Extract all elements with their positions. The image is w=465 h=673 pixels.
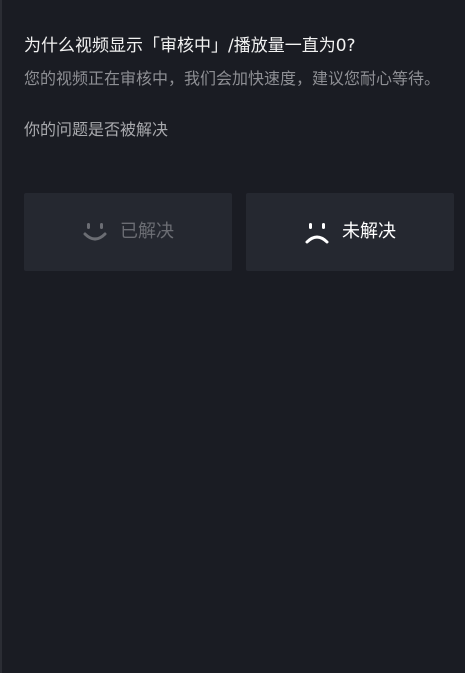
feedback-question: 你的问题是否被解决 [24,120,169,139]
resolved-label: 已解决 [120,221,174,242]
unresolved-label: 未解决 [342,221,396,242]
frown-icon [304,219,330,245]
unresolved-button[interactable]: 未解决 [246,193,454,271]
smile-icon [82,219,108,245]
window-left-border [0,0,2,673]
feedback-buttons: 已解决 未解决 [24,193,454,271]
faq-title: 为什么视频显示「审核中」/播放量一直为0? [24,36,356,56]
faq-panel: 为什么视频显示「审核中」/播放量一直为0? 您的视频正在审核中，我们会加快速度，… [24,33,454,271]
faq-description: 您的视频正在审核中，我们会加快速度，建议您耐心等待。 [24,69,441,88]
resolved-button[interactable]: 已解决 [24,193,232,271]
